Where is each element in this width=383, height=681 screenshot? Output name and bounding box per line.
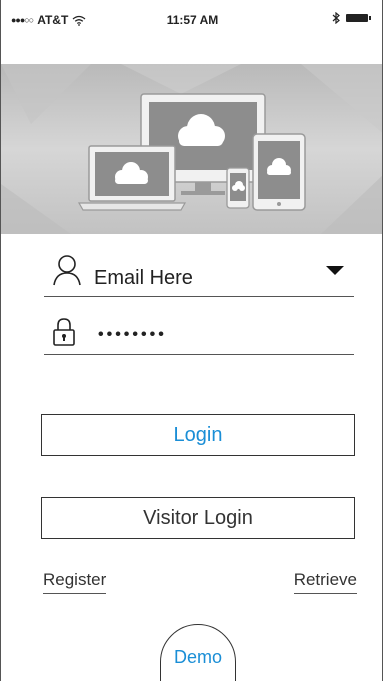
login-button[interactable]: Login (41, 414, 355, 456)
status-bar: ●●●○○ AT&T 11:57 AM (1, 0, 382, 40)
lock-icon (53, 318, 75, 346)
retrieve-link[interactable]: Retrieve (293, 570, 357, 594)
demo-button[interactable]: Demo (160, 624, 236, 681)
cloud-devices-illustration (1, 64, 382, 234)
password-field[interactable]: •••••••• (44, 314, 354, 355)
visitor-login-button[interactable]: Visitor Login (41, 497, 355, 539)
app-screen: ●●●○○ AT&T 11:57 AM Email Here •••••••• … (0, 0, 383, 681)
email-field[interactable]: Email Here (44, 252, 354, 297)
status-time: 11:57 AM (166, 13, 219, 27)
battery-icon (346, 14, 371, 22)
status-right (332, 12, 371, 24)
hero-banner (1, 64, 382, 234)
password-value: •••••••• (98, 326, 167, 343)
register-link[interactable]: Register (43, 570, 107, 594)
email-value: Email Here (94, 267, 193, 289)
user-icon (53, 255, 81, 286)
bluetooth-icon (332, 12, 340, 24)
caret-down-icon[interactable] (326, 266, 344, 275)
